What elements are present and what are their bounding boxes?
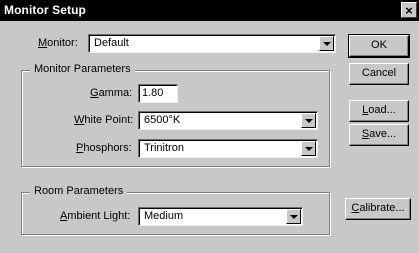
monitor-select[interactable]: Default	[88, 34, 336, 53]
white-point-label: White Point:	[74, 114, 133, 126]
gamma-input-value: 1.80	[142, 87, 164, 99]
save-button-rest: ave...	[369, 128, 397, 140]
white-point-label-rest: hite Point:	[84, 114, 134, 126]
window-title: Monitor Setup	[4, 3, 86, 17]
room-parameters-legend: Room Parameters	[30, 185, 128, 197]
ambient-light-select[interactable]: Medium	[138, 207, 303, 226]
chevron-down-icon[interactable]	[286, 209, 301, 224]
phosphors-select-value: Trinitron	[144, 142, 184, 154]
ambient-light-label: Ambient Light:	[60, 210, 130, 222]
cancel-button[interactable]: Cancel	[349, 63, 409, 85]
chevron-down-icon-glyph	[323, 42, 331, 46]
load-button-rest: oad...	[368, 104, 396, 116]
close-icon[interactable]: ×	[401, 2, 417, 18]
phosphors-select[interactable]: Trinitron	[138, 139, 318, 158]
white-point-select[interactable]: 6500°K	[138, 111, 318, 130]
gamma-label-mnemonic: G	[90, 87, 99, 99]
ambient-light-label-rest: mbient Light:	[67, 210, 131, 222]
monitor-select-value: Default	[94, 37, 129, 49]
ambient-light-select-value: Medium	[144, 210, 184, 222]
phosphors-label-rest: hosphors:	[83, 142, 132, 154]
chevron-down-icon[interactable]	[301, 113, 316, 128]
gamma-label: Gamma:	[90, 87, 132, 99]
chevron-down-icon[interactable]	[301, 141, 316, 156]
monitor-label-rest: onitor:	[47, 37, 78, 49]
title-bar[interactable]: Monitor Setup ×	[0, 0, 419, 21]
gamma-label-rest: amma:	[98, 87, 133, 99]
chevron-down-icon-glyph	[305, 147, 313, 151]
calibrate-button[interactable]: Calibrate...	[345, 198, 411, 220]
ok-button[interactable]: OK	[348, 34, 410, 58]
phosphors-label: Phosphors:	[76, 142, 132, 154]
load-button[interactable]: Load...	[349, 100, 409, 122]
monitor-parameters-legend: Monitor Parameters	[30, 63, 135, 75]
save-button[interactable]: Save...	[349, 124, 409, 146]
gamma-input[interactable]: 1.80	[138, 84, 178, 103]
calibrate-button-rest: alibrate...	[359, 202, 405, 214]
chevron-down-icon[interactable]	[319, 36, 334, 51]
white-point-label-mnemonic: W	[74, 114, 85, 126]
monitor-setup-dialog: Monitor Setup × Monitor: Default Monitor…	[0, 0, 419, 253]
chevron-down-icon-glyph	[290, 215, 298, 219]
chevron-down-icon-glyph	[305, 119, 313, 123]
monitor-label: Monitor:	[38, 37, 78, 49]
monitor-label-mnemonic: M	[38, 37, 48, 49]
white-point-select-value: 6500°K	[144, 114, 181, 126]
